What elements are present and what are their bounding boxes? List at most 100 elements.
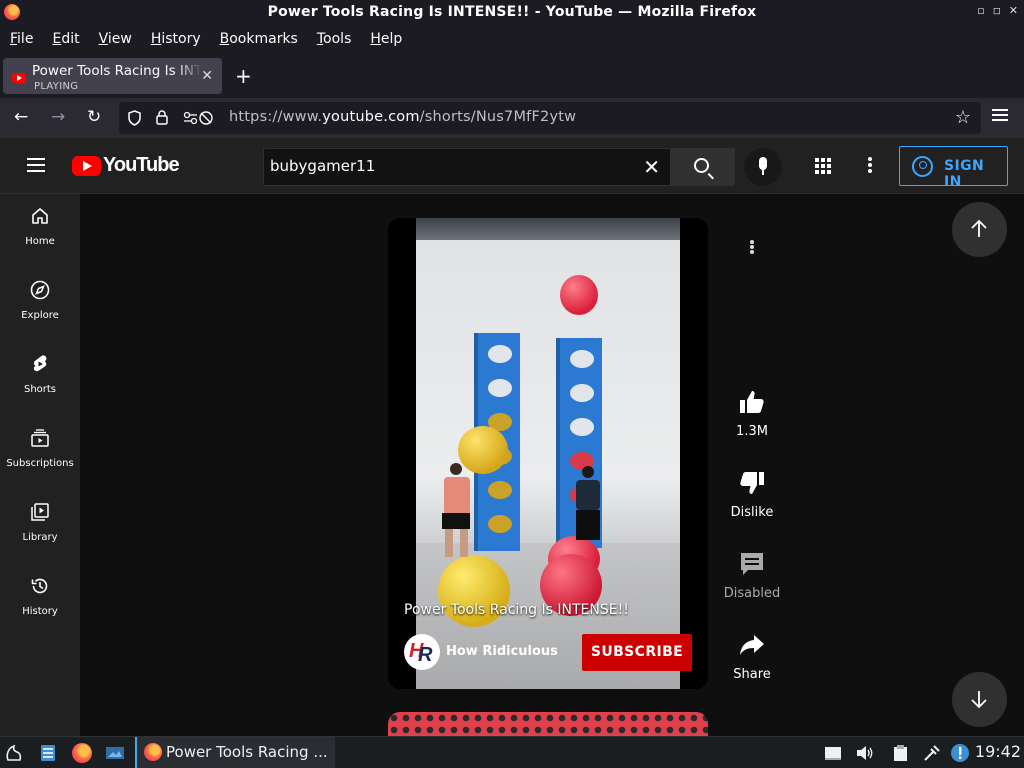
lock-icon[interactable] — [155, 109, 169, 126]
reload-button[interactable]: ↻ — [87, 107, 101, 127]
desktop-icon[interactable] — [105, 743, 125, 763]
notes-icon[interactable] — [891, 743, 911, 763]
next-short-button[interactable] — [952, 672, 1007, 727]
search-button[interactable] — [671, 148, 735, 186]
thumbs-down-icon — [740, 472, 764, 494]
address-bar[interactable]: https://www.youtube.com/shorts/Nus7MfF2y… — [119, 102, 981, 134]
guide-label: History — [22, 606, 58, 617]
short-title[interactable]: Power Tools Racing Is INTENSE!! — [404, 602, 629, 618]
url-prefix: https://www. — [229, 109, 323, 125]
arrow-down-icon — [971, 691, 987, 709]
menu-history[interactable]: History — [151, 31, 201, 47]
system-taskbar: Power Tools Racing ... 19:42 — [0, 736, 1024, 768]
short-more-actions-icon[interactable] — [750, 240, 754, 244]
tab-strip: Power Tools Racing Is INTENSE!! - YouTub… — [0, 54, 1024, 98]
guide-label: Library — [22, 532, 58, 543]
menu-file[interactable]: File — [10, 31, 33, 47]
thumbs-up-icon — [740, 391, 764, 413]
window-title: Power Tools Racing Is INTENSE!! - YouTub… — [267, 4, 757, 20]
home-icon — [32, 208, 48, 224]
guide-label: Shorts — [23, 384, 57, 395]
clock: 19:42 — [974, 742, 1021, 761]
tab-status: PLAYING — [34, 81, 79, 92]
compass-icon — [30, 280, 50, 300]
youtube-favicon-icon — [12, 73, 26, 83]
close-window-button[interactable]: ✕ — [1009, 4, 1018, 17]
microphone-icon — [759, 157, 767, 170]
file-manager-icon[interactable] — [38, 743, 58, 763]
permissions-icon[interactable] — [183, 110, 213, 126]
menu-help[interactable]: Help — [370, 31, 402, 47]
arrow-up-icon — [971, 219, 987, 237]
youtube-logo-text[interactable]: YouTube — [103, 154, 180, 177]
dislike-label: Dislike — [730, 505, 774, 520]
menu-tools[interactable]: Tools — [317, 31, 352, 47]
shorts-video-player[interactable]: Power Tools Racing Is INTENSE!! HR How R… — [388, 218, 708, 689]
video-frame — [416, 218, 680, 689]
taskbar-task-firefox[interactable]: Power Tools Racing ... — [135, 737, 335, 768]
network-icon[interactable] — [922, 743, 942, 763]
guide-item-shorts[interactable]: Shorts — [0, 346, 80, 420]
menu-view[interactable]: View — [99, 31, 132, 47]
subscriptions-icon — [31, 429, 49, 447]
apps-grid-icon[interactable] — [815, 158, 831, 174]
url-domain: youtube.com — [322, 109, 420, 125]
channel-name[interactable]: How Ridiculous — [446, 644, 558, 659]
channel-avatar[interactable]: HR — [404, 634, 440, 670]
menu-edit[interactable]: Edit — [52, 31, 79, 47]
guide-item-explore[interactable]: Explore — [0, 272, 80, 346]
previous-short-button[interactable] — [952, 202, 1007, 257]
task-title: Power Tools Racing ... — [166, 743, 328, 761]
account-circle-icon — [912, 156, 933, 177]
app-menu-icon[interactable] — [992, 109, 1008, 111]
url-text[interactable]: https://www.youtube.com/shorts/Nus7MfF2y… — [229, 109, 576, 125]
video-yellow-ball-held — [458, 426, 508, 474]
sign-in-button[interactable]: SIGN IN — [899, 146, 1008, 190]
sign-in-label: SIGN IN — [944, 158, 985, 190]
subscribe-button[interactable]: SUBSCRIBE — [582, 634, 692, 671]
menu-bookmarks[interactable]: Bookmarks — [220, 31, 298, 47]
clipboard-icon[interactable] — [823, 743, 843, 763]
forward-button[interactable]: → — [51, 107, 65, 127]
microphone-icon-stand — [762, 170, 764, 175]
minimize-button[interactable]: ▫ — [977, 4, 984, 17]
tab-title: Power Tools Racing Is INTENSE!! - YouTub… — [32, 63, 202, 79]
search-icon — [694, 158, 709, 173]
tab-youtube-short[interactable]: Power Tools Racing Is INTENSE!! - YouTub… — [3, 58, 222, 94]
guide-menu-icon[interactable] — [27, 158, 45, 160]
back-button[interactable]: ← — [14, 107, 28, 127]
guide-item-home[interactable]: Home — [0, 198, 80, 272]
guide-label: Subscriptions — [6, 458, 74, 469]
maximize-button[interactable]: ◽ — [993, 4, 1001, 17]
window-titlebar: Power Tools Racing Is INTENSE!! - YouTub… — [0, 0, 1024, 24]
navigation-toolbar: ← → ↻ https://www.youtube.com/shorts/Nus… — [0, 98, 1024, 138]
youtube-masthead: YouTube ✕ SIGN IN — [0, 138, 1024, 194]
clear-search-icon[interactable]: ✕ — [643, 155, 660, 179]
guide-item-library[interactable]: Library — [0, 494, 80, 568]
new-tab-button[interactable]: + — [235, 64, 252, 88]
search-box[interactable]: ✕ — [263, 148, 671, 186]
firefox-logo-icon — [4, 4, 20, 20]
updates-notification-icon[interactable] — [950, 743, 970, 763]
comments-status: Disabled — [723, 586, 781, 601]
guide-item-history[interactable]: History — [0, 568, 80, 642]
search-input[interactable] — [270, 157, 630, 175]
url-path: /shorts/Nus7MfF2ytw — [419, 109, 577, 125]
youtube-logo-icon[interactable] — [72, 156, 101, 176]
close-tab-icon[interactable]: ✕ — [201, 68, 213, 84]
settings-more-icon[interactable] — [868, 157, 872, 161]
window-controls: ▫ ◽ ✕ — [977, 4, 1018, 17]
tracking-protection-shield-icon[interactable] — [127, 110, 142, 126]
firefox-launcher-icon[interactable] — [72, 743, 92, 763]
voice-search-button[interactable] — [744, 148, 782, 186]
library-icon — [31, 503, 49, 521]
next-short-preview[interactable] — [388, 712, 708, 736]
mini-guide: Home Explore Shorts Subscriptions Librar… — [0, 194, 80, 736]
share-arrow-icon — [740, 635, 764, 655]
application-launcher-icon[interactable] — [4, 743, 24, 763]
bookmark-star-icon[interactable]: ☆ — [955, 107, 971, 128]
guide-item-subscriptions[interactable]: Subscriptions — [0, 420, 80, 494]
volume-icon[interactable] — [855, 743, 875, 763]
comment-icon — [741, 553, 763, 575]
menu-bar: File Edit View History Bookmarks Tools Help — [0, 24, 1024, 54]
